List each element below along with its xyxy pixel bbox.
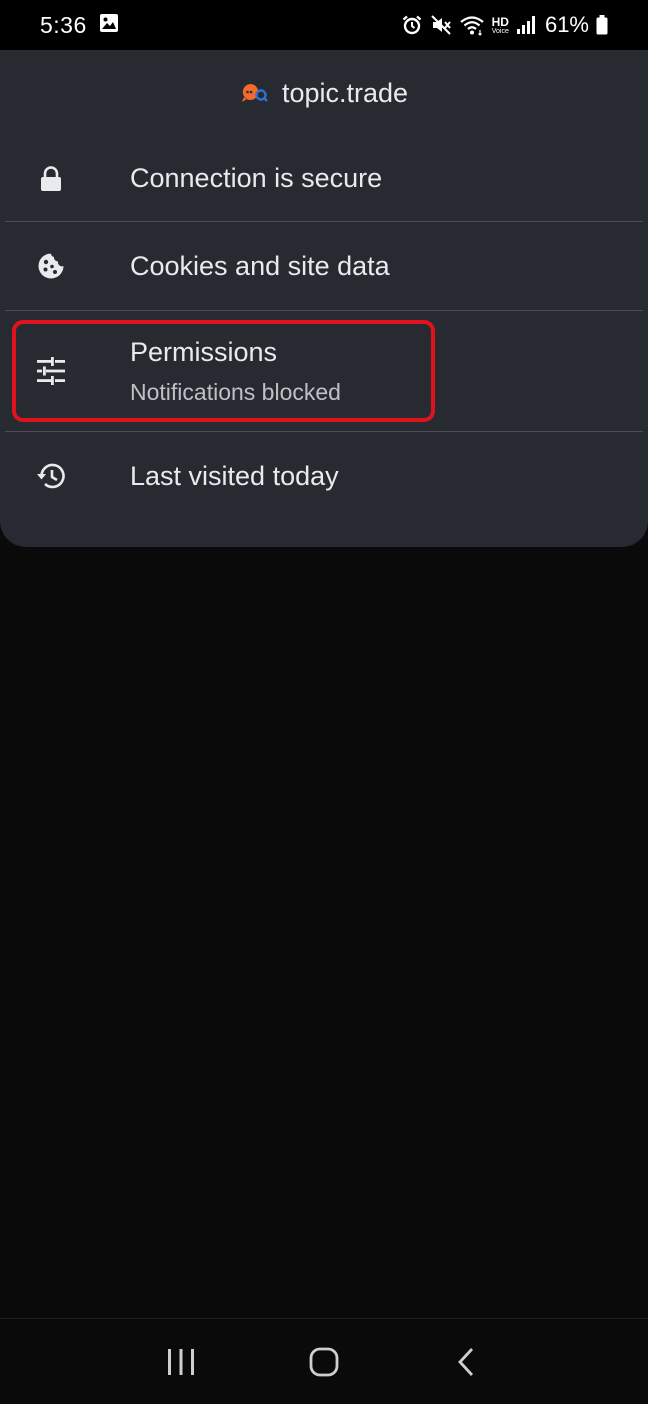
last-visited-title: Last visited today [130,460,339,491]
sheet-header: topic.trade [0,50,648,136]
home-icon [309,1347,339,1376]
connection-text: Connection is secure [130,163,382,194]
alarm-icon [401,14,423,36]
recents-icon [168,1348,195,1375]
cookies-title: Cookies and site data [130,250,390,281]
back-button[interactable] [442,1337,492,1387]
cookies-text: Cookies and site data [130,251,390,282]
voice-label: Voice [491,27,509,35]
status-left: 5:36 [40,12,119,39]
battery-icon [596,15,608,35]
home-button[interactable] [299,1337,349,1387]
site-name: topic.trade [281,77,409,108]
last-visited-row[interactable]: Last visited today [5,432,643,520]
battery-percent: 61% [544,12,589,37]
gallery-icon [99,13,119,38]
highlight-box [12,320,435,422]
hd-voice-icon: HD Voice [492,16,509,35]
connection-row[interactable]: Connection is secure [5,136,643,221]
recents-button[interactable] [156,1337,206,1387]
lock-icon [35,163,67,195]
site-favicon-icon [240,82,268,104]
history-icon [35,460,67,492]
cookie-icon [35,250,67,282]
back-icon [457,1347,473,1376]
page-info-sheet: topic.trade Connection is secure Cookies… [0,50,648,547]
status-time: 5:36 [40,11,87,38]
mute-icon [430,14,452,36]
signal-icon [516,15,536,35]
hd-label: HD [491,14,509,29]
status-bar: 5:36 HD Voice 61% [0,0,648,50]
status-right: HD Voice 61% [401,12,608,38]
navigation-bar [0,1318,648,1404]
connection-title: Connection is secure [130,163,383,193]
cookies-row[interactable]: Cookies and site data [5,222,643,310]
last-visited-text: Last visited today [130,461,339,492]
wifi-icon [459,14,485,36]
